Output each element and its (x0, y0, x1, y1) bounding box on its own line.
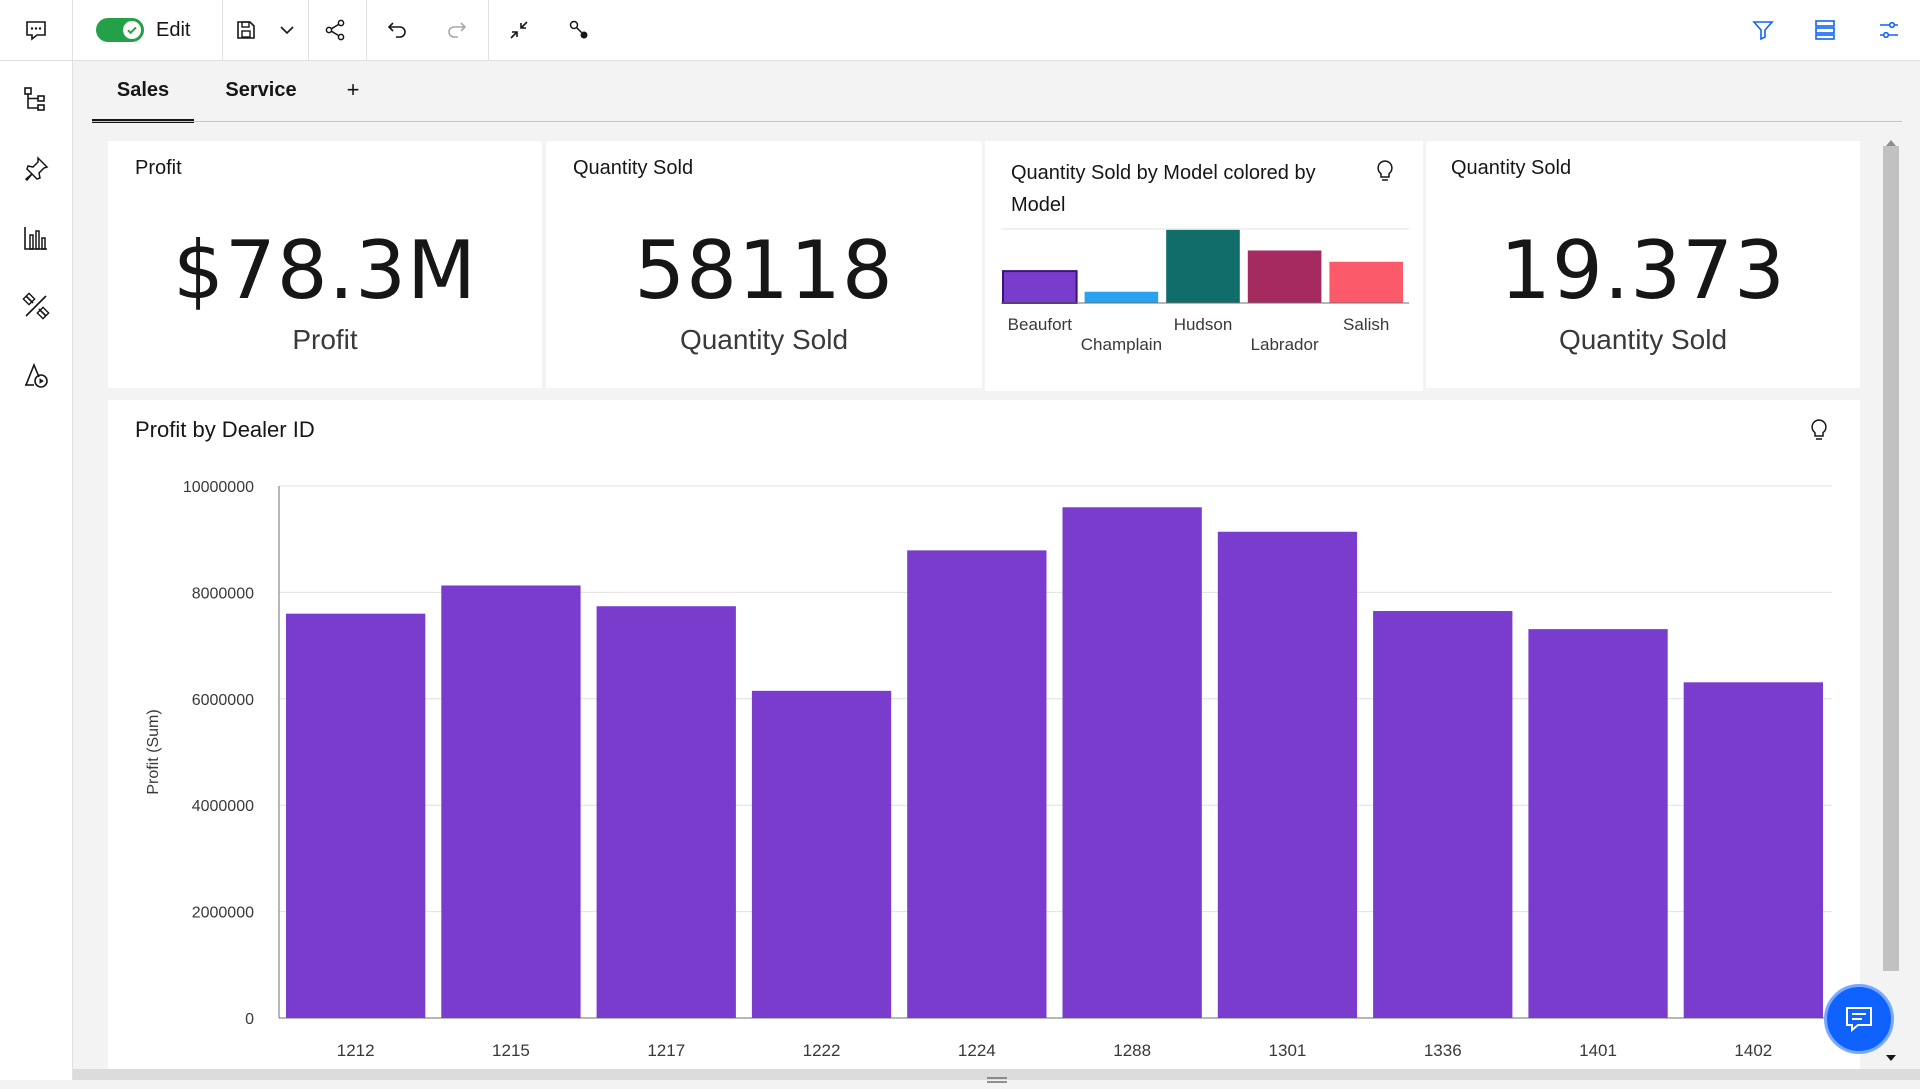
tab-divider (92, 121, 1902, 122)
bar (596, 606, 736, 1018)
y-tick-label: 10000000 (183, 479, 254, 496)
bar (1166, 229, 1240, 303)
bar (1084, 291, 1159, 303)
y-axis-label: Profit (Sum) (145, 709, 162, 794)
edit-label: Edit (156, 18, 191, 41)
model-chart-widget[interactable]: Quantity Sold by Model colored by Model … (985, 141, 1423, 391)
layout-rows-icon[interactable] (1808, 0, 1842, 60)
bar (1062, 507, 1202, 1018)
tab-service[interactable]: Service (210, 61, 312, 119)
tab-sales[interactable]: Sales (92, 61, 194, 123)
kpi-label: Quantity Sold (1558, 324, 1728, 355)
pin-icon[interactable] (18, 151, 54, 187)
left-sidebar (0, 61, 73, 1080)
bar-chart-icon[interactable] (18, 220, 54, 256)
quantity-avg-kpi-widget[interactable]: Quantity Sold 19.373 Quantity Sold (1426, 141, 1860, 388)
x-tick-label: 1288 (1113, 1041, 1151, 1060)
scroll-down-icon[interactable] (1885, 1049, 1897, 1067)
tab-label: Sales (116, 78, 170, 101)
undo-icon[interactable] (380, 0, 414, 60)
bar (1329, 261, 1403, 303)
y-tick-label: 0 (245, 1011, 254, 1028)
bar (907, 550, 1047, 1018)
kpi-label: Profit (292, 324, 358, 355)
kpi-value: 58118 (634, 224, 894, 317)
x-tick-label: 1215 (492, 1041, 530, 1060)
y-tick-label: 4000000 (192, 798, 254, 815)
tick-label: Labrador (1251, 335, 1319, 354)
chat-icon (1846, 1007, 1872, 1033)
toggle-switch[interactable] (96, 18, 144, 42)
comment-icon[interactable] (12, 0, 60, 60)
bar (1247, 250, 1322, 303)
bar (1528, 629, 1668, 1018)
bar (286, 613, 426, 1018)
model-bar-chart: Beaufort Champlain Hudson Labrador Salish (1001, 228, 1409, 354)
widget-title: Profit (135, 157, 182, 179)
bar (1217, 531, 1358, 1018)
assistant-chat-button[interactable] (1824, 984, 1894, 1054)
add-tab-button[interactable]: + (338, 61, 368, 119)
x-tick-label: 1301 (1269, 1041, 1307, 1060)
edit-toggle[interactable]: Edit (96, 0, 208, 60)
x-tick-label: 1336 (1424, 1041, 1462, 1060)
redo-icon[interactable] (440, 0, 474, 60)
visualization-play-icon[interactable] (18, 357, 54, 393)
checkmark-icon (123, 21, 141, 39)
x-tick-label: 1224 (958, 1041, 996, 1060)
tick-label: Salish (1343, 315, 1389, 334)
bar (1683, 682, 1823, 1018)
kpi-value: $78.3M (172, 224, 478, 317)
tools-icon[interactable] (18, 288, 54, 324)
chevron-down-icon[interactable] (272, 0, 302, 60)
share-icon[interactable] (318, 0, 352, 60)
dealer-bar-chart: 0 2000000 4000000 6000000 8000000 10000000 121… (145, 479, 1832, 1060)
x-tick-label: 1222 (803, 1041, 841, 1060)
tick-label: Beaufort (1008, 315, 1073, 334)
y-tick-label: 6000000 (192, 692, 254, 709)
kpi-value: 19.373 (1500, 224, 1786, 317)
widget-title: Quantity Sold (1451, 157, 1572, 179)
bar (1373, 611, 1513, 1018)
bar (751, 690, 892, 1018)
save-icon[interactable] (230, 0, 262, 60)
top-toolbar: Edit (0, 0, 1920, 61)
tick-label: Hudson (1174, 315, 1233, 334)
dealer-chart-widget[interactable]: Profit by Dealer ID 0 2000000 4000000 60000… (108, 400, 1860, 1069)
filter-icon[interactable] (1746, 0, 1780, 60)
relationship-icon[interactable] (562, 0, 596, 60)
x-tick-label: 1401 (1579, 1041, 1617, 1060)
drag-handle-icon[interactable] (987, 1071, 1007, 1089)
settings-sliders-icon[interactable] (1872, 0, 1906, 60)
profit-kpi-widget[interactable]: Profit $78.3M Profit (108, 141, 542, 388)
data-tree-icon[interactable] (18, 81, 54, 117)
collapse-icon[interactable] (502, 0, 536, 60)
tab-label: Service (225, 78, 297, 101)
kpi-label: Quantity Sold (679, 324, 849, 355)
quantity-kpi-widget[interactable]: Quantity Sold 58118 Quantity Sold (546, 141, 982, 388)
x-tick-label: 1212 (337, 1041, 375, 1060)
tick-label: Champlain (1081, 335, 1162, 354)
scrollbar-thumb[interactable] (1883, 146, 1899, 971)
x-tick-label: 1402 (1734, 1041, 1772, 1060)
bar (1002, 270, 1078, 304)
y-tick-label: 2000000 (192, 905, 254, 922)
widget-title: Quantity Sold (573, 157, 694, 179)
bar (441, 585, 581, 1018)
x-tick-label: 1217 (647, 1041, 685, 1060)
y-tick-label: 8000000 (192, 585, 254, 602)
